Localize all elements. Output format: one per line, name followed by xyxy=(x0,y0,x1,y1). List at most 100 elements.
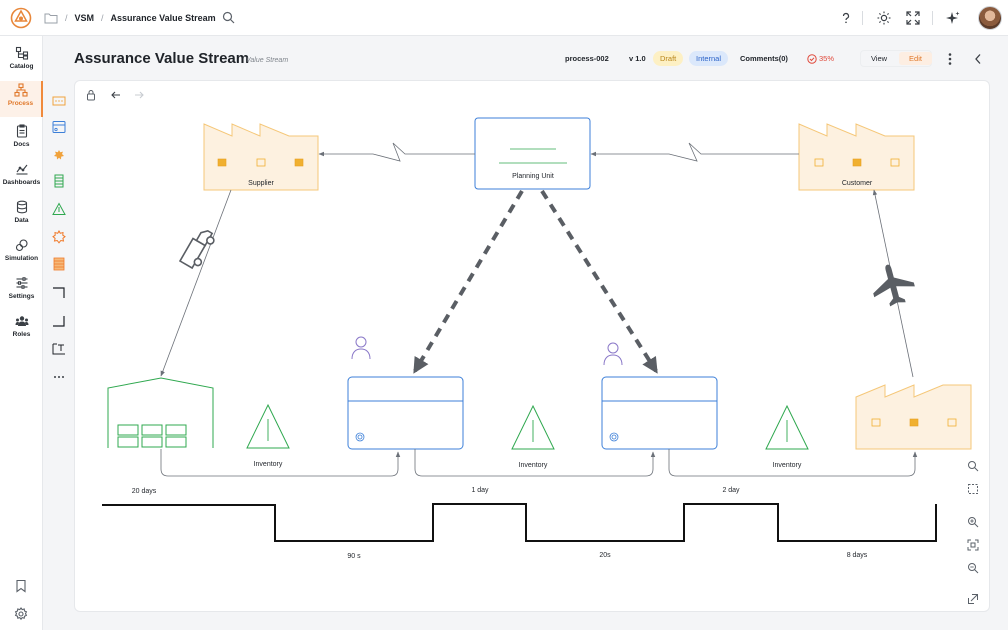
search-icon[interactable] xyxy=(222,11,235,24)
breadcrumb-separator: / xyxy=(65,13,68,23)
shape-toolbox xyxy=(48,86,70,396)
sidebar-item-roles[interactable]: Roles xyxy=(0,312,43,348)
sidebar-item-label: Docs xyxy=(13,141,30,148)
truck-icon[interactable] xyxy=(178,226,217,270)
divider xyxy=(932,11,933,25)
sidebar-item-docs[interactable]: Docs xyxy=(0,122,43,158)
status-badge[interactable]: Draft xyxy=(653,51,684,66)
comments-button[interactable]: Comments(0) xyxy=(733,51,795,66)
sliders-icon xyxy=(16,277,27,289)
sidebar-item-label: Dashboards xyxy=(2,179,41,186)
gear-icon[interactable] xyxy=(14,607,28,621)
sidebar-item-label: Process xyxy=(7,100,34,107)
corner-top-shape-icon[interactable] xyxy=(52,286,66,300)
visibility-badge[interactable]: Internal xyxy=(689,51,729,66)
operator-icon-2[interactable] xyxy=(603,342,623,366)
view-button[interactable]: View xyxy=(861,51,897,66)
sidebar-item-label: Settings xyxy=(8,293,35,300)
sidebar: Catalog Process Docs Dashboards Data Sim… xyxy=(0,36,43,630)
zoom-in-icon[interactable] xyxy=(967,516,979,528)
operator-icon-1[interactable] xyxy=(351,336,371,360)
export-icon[interactable] xyxy=(967,593,979,605)
timeline-wait-3: 2 day xyxy=(722,487,740,494)
more-vertical-icon[interactable] xyxy=(947,52,953,66)
corner-bottom-shape-icon[interactable] xyxy=(52,314,66,328)
schedule-flow-arrows xyxy=(413,189,658,374)
database-icon xyxy=(16,200,27,214)
page-title: Assurance Value Stream xyxy=(74,50,250,67)
sidebar-item-label: Simulation xyxy=(4,255,39,262)
simulation-icon xyxy=(15,239,28,252)
process-id-badge: process-002 xyxy=(558,51,616,66)
supplier-factory[interactable]: Supplier xyxy=(203,123,319,191)
select-area-icon[interactable] xyxy=(967,483,979,495)
chevron-left-icon[interactable] xyxy=(974,53,982,65)
planning-unit-label: Planning Unit xyxy=(512,173,554,180)
inventory-triangle-3[interactable]: Inventory xyxy=(765,404,809,469)
breadcrumb-item-current[interactable]: Assurance Value Stream xyxy=(111,13,216,23)
list-shape-icon[interactable] xyxy=(52,174,66,188)
supplier-label: Supplier xyxy=(248,180,274,187)
edit-button[interactable]: Edit xyxy=(899,52,932,65)
planning-unit-box[interactable]: Planning Unit xyxy=(474,117,591,190)
process-box-2[interactable] xyxy=(601,376,718,450)
inventory-label: Inventory xyxy=(773,462,802,469)
process-icon xyxy=(13,83,28,97)
inventory-triangle-2[interactable]: Inventory xyxy=(511,404,555,469)
version-badge[interactable]: v 1.0 xyxy=(622,51,653,66)
bookmark-icon[interactable] xyxy=(14,579,28,593)
app-logo-icon[interactable] xyxy=(10,7,32,29)
more-horizontal-icon[interactable] xyxy=(52,370,66,384)
timeline-cycle-3: 8 days xyxy=(847,552,868,559)
user-avatar[interactable] xyxy=(978,6,1002,30)
dashboards-icon xyxy=(16,164,27,175)
sidebar-item-simulation[interactable]: Simulation xyxy=(0,236,43,272)
process-box-shape-icon[interactable] xyxy=(52,120,66,134)
main-area: Assurance Value Stream Value Stream proc… xyxy=(48,36,1008,630)
catalog-icon xyxy=(15,46,28,60)
top-bar: / VSM / Assurance Value Stream xyxy=(0,0,1008,36)
warehouse-shape[interactable] xyxy=(107,377,214,448)
inventory-triangle-shape-icon[interactable] xyxy=(52,202,66,216)
page-subtitle: Value Stream xyxy=(246,57,289,64)
divider xyxy=(862,11,863,25)
users-icon xyxy=(15,316,28,326)
sidebar-item-data[interactable]: Data xyxy=(0,198,43,234)
progress-value: 35% xyxy=(819,54,835,63)
diagram-canvas[interactable]: Supplier Customer Planning Unit Inventor… xyxy=(74,80,990,612)
theme-toggle-icon[interactable] xyxy=(876,10,892,26)
sidebar-item-catalog[interactable]: Catalog xyxy=(0,44,43,80)
sidebar-item-dashboards[interactable]: Dashboards xyxy=(0,160,43,196)
fit-view-icon[interactable] xyxy=(967,539,979,551)
customer-label: Customer xyxy=(842,180,873,187)
burst-shape-icon[interactable] xyxy=(52,230,66,244)
search-icon[interactable] xyxy=(967,460,979,472)
sidebar-item-label: Data xyxy=(14,217,29,224)
text-shape-icon[interactable] xyxy=(52,341,66,355)
zoom-out-icon[interactable] xyxy=(967,562,979,574)
sidebar-item-process[interactable]: Process xyxy=(0,81,43,117)
inventory-label: Inventory xyxy=(254,461,283,468)
airplane-icon[interactable] xyxy=(867,259,918,309)
sidebar-item-settings[interactable]: Settings xyxy=(0,274,43,310)
supermarket-shape-icon[interactable] xyxy=(52,257,66,271)
breadcrumb-separator: / xyxy=(101,13,104,23)
inventory-triangle-1[interactable]: Inventory xyxy=(246,403,290,468)
breadcrumb-item-vsm[interactable]: VSM xyxy=(75,13,95,23)
timeline-ladder xyxy=(102,503,937,542)
timeline-cycle-2: 20s xyxy=(599,552,611,559)
process-box-1[interactable] xyxy=(347,376,464,450)
data-box-shape-icon[interactable] xyxy=(52,94,66,108)
sidebar-item-label: Roles xyxy=(12,331,31,338)
inventory-label: Inventory xyxy=(519,462,548,469)
folder-icon[interactable] xyxy=(44,12,58,24)
kaizen-burst-shape-icon[interactable] xyxy=(52,148,66,162)
help-icon[interactable] xyxy=(838,10,854,26)
ai-sparkle-icon[interactable] xyxy=(945,10,961,26)
shipment-arrow-supplier xyxy=(160,189,232,377)
docs-icon xyxy=(16,124,27,138)
fullscreen-icon[interactable] xyxy=(905,10,921,26)
shipping-factory[interactable] xyxy=(855,384,972,450)
customer-factory[interactable]: Customer xyxy=(798,123,915,191)
sidebar-item-label: Catalog xyxy=(9,63,34,70)
